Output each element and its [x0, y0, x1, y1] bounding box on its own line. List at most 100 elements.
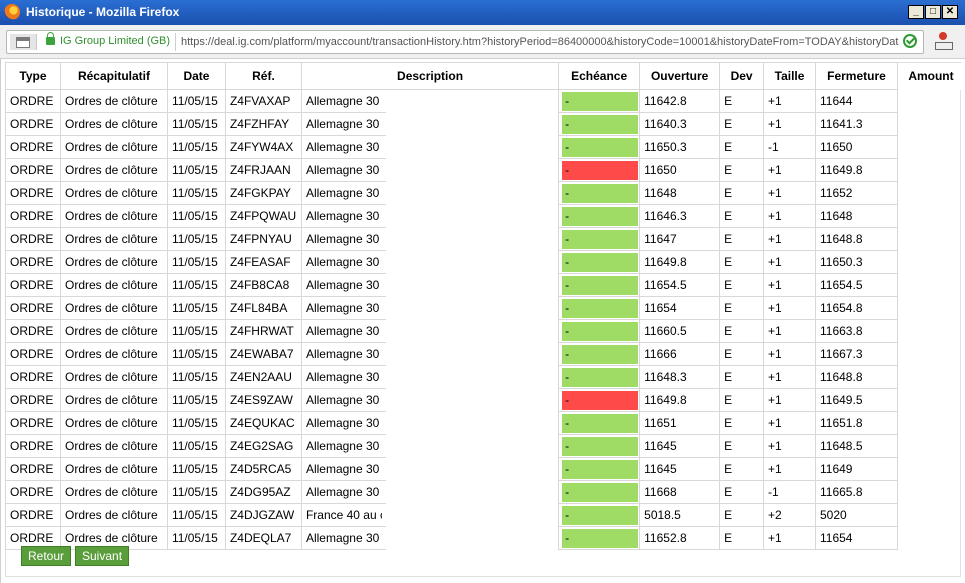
site-identity[interactable]: IG Group Limited (GB) [60, 35, 170, 47]
transaction-table: Type Récapitulatif Date Réf. Description… [5, 62, 965, 550]
cell-type: ORDRE [5, 503, 61, 527]
cell-fermeture: 11648.8 [815, 365, 898, 389]
cell-description: Allemagne 30 [300, 319, 386, 343]
col-fermeture[interactable]: Fermeture [815, 62, 898, 90]
cell-ouverture: 11645 [639, 457, 721, 481]
cell-ref: Z4DG95AZ [224, 480, 302, 504]
table-row[interactable]: ORDRE Ordres de clôture 11/05/15 Z4EG2SAG Al… [5, 434, 965, 458]
cell-dev: E [719, 411, 765, 435]
cell-amount [897, 343, 964, 366]
cell-dev: E [719, 158, 765, 182]
table-row[interactable]: ORDRE Ordres de clôture 11/05/15 Z4FRJAAN Al… [5, 158, 965, 182]
col-description[interactable]: Description [300, 62, 560, 90]
addon-icon[interactable] [934, 31, 953, 51]
maximize-button[interactable]: □ [925, 5, 941, 19]
table-row[interactable]: ORDRE Ordres de clôture 11/05/15 Z4EWABA7 Al… [5, 342, 965, 366]
cell-taille: +1 [763, 158, 816, 182]
description-spacer [386, 527, 559, 550]
page-icon[interactable] [10, 34, 37, 50]
cell-echeance: - [558, 158, 641, 182]
cell-echeance: - [558, 319, 641, 343]
cell-date: 11/05/15 [166, 480, 226, 504]
description-text: Allemagne 30 [305, 301, 380, 315]
cell-ouverture: 11652.8 [639, 526, 721, 550]
description-text: Allemagne 30 [305, 255, 380, 269]
col-date[interactable]: Date [166, 62, 226, 90]
table-row[interactable]: ORDRE Ordres de clôture 11/05/15 Z4FHRWAT Al… [5, 319, 965, 343]
cell-amount [897, 205, 964, 228]
table-row[interactable]: ORDRE Ordres de clôture 11/05/15 Z4FB8CA8 Al… [5, 273, 965, 297]
cell-taille: +1 [763, 273, 816, 297]
cell-description: Allemagne 30 [300, 112, 386, 136]
echeance-status: - [562, 482, 639, 502]
description-text: Allemagne 30 [305, 393, 380, 407]
retour-button[interactable]: Retour [21, 546, 72, 566]
table-row[interactable]: ORDRE Ordres de clôture 11/05/15 Z4FGKPAY Al… [5, 181, 965, 205]
table-row[interactable]: ORDRE Ordres de clôture 11/05/15 Z4EQUKAC Al… [5, 411, 965, 435]
col-dev[interactable]: Dev [719, 62, 765, 90]
cell-type: ORDRE [5, 135, 61, 159]
cell-amount [897, 90, 964, 113]
table-row[interactable]: ORDRE Ordres de clôture 11/05/15 Z4EN2AAU Al… [5, 365, 965, 389]
cell-ref: Z4FZHFAY [224, 112, 302, 136]
cell-recap: Ordres de clôture [59, 411, 168, 435]
echeance-status: - [562, 390, 639, 410]
col-echeance[interactable]: Echéance [558, 62, 641, 90]
table-row[interactable]: ORDRE Ordres de clôture 11/05/15 Z4FPNYAU Al… [5, 227, 965, 251]
cell-fermeture: 11649.8 [815, 158, 898, 182]
minimize-button[interactable]: _ [908, 5, 924, 19]
cell-description: Allemagne 30 [300, 388, 386, 412]
cell-recap: Ordres de clôture [59, 457, 168, 481]
cell-date: 11/05/15 [166, 365, 226, 389]
cell-dev: E [719, 365, 765, 389]
echeance-status: - [562, 344, 639, 364]
check-icon[interactable] [903, 34, 917, 48]
cell-echeance: - [558, 227, 641, 251]
cell-ouverture: 11642.8 [639, 89, 721, 113]
cell-dev: E [719, 388, 765, 412]
cell-recap: Ordres de clôture [59, 388, 168, 412]
cell-type: ORDRE [5, 457, 61, 481]
col-recap[interactable]: Récapitulatif [59, 62, 168, 90]
description-text: Allemagne 30 [305, 94, 380, 108]
url-text[interactable]: https://deal.ig.com/platform/myaccount/t… [181, 36, 899, 48]
table-row[interactable]: ORDRE Ordres de clôture 11/05/15 Z4FYW4AX Al… [5, 135, 965, 159]
cell-date: 11/05/15 [166, 503, 226, 527]
col-taille[interactable]: Taille [763, 62, 816, 90]
table-row[interactable]: ORDRE Ordres de clôture 11/05/15 Z4FZHFAY Al… [5, 112, 965, 136]
table-row[interactable]: ORDRE Ordres de clôture 11/05/15 Z4FPQWAU Al… [5, 204, 965, 228]
echeance-status: - [562, 413, 639, 433]
table-row[interactable]: ORDRE Ordres de clôture 11/05/15 Z4FEASAF Al… [5, 250, 965, 274]
description-spacer [386, 90, 559, 113]
cell-fermeture: 11654.5 [815, 273, 898, 297]
cell-date: 11/05/15 [166, 135, 226, 159]
table-row[interactable]: ORDRE Ordres de clôture 11/05/15 Z4DEQLA7 Al… [5, 526, 965, 550]
table-row[interactable]: ORDRE Ordres de clôture 11/05/15 Z4D5RCA5 Al… [5, 457, 965, 481]
col-ouverture[interactable]: Ouverture [639, 62, 721, 90]
echeance-status: - [562, 183, 639, 203]
cell-description: Allemagne 30 [300, 434, 386, 458]
table-row[interactable]: ORDRE Ordres de clôture 11/05/15 Z4FL84BA Al… [5, 296, 965, 320]
table-row[interactable]: ORDRE Ordres de clôture 11/05/15 Z4FVAXAP Al… [5, 89, 965, 113]
cell-taille: +1 [763, 319, 816, 343]
cell-amount [897, 113, 964, 136]
echeance-status: - [562, 321, 639, 341]
cell-type: ORDRE [5, 319, 61, 343]
col-type[interactable]: Type [5, 62, 61, 90]
suivant-button[interactable]: Suivant [75, 546, 130, 566]
cell-date: 11/05/15 [166, 181, 226, 205]
cell-echeance: - [558, 135, 641, 159]
table-row[interactable]: ORDRE Ordres de clôture 11/05/15 Z4DJGZAW Fr… [5, 503, 965, 527]
description-text: Allemagne 30 [305, 232, 380, 246]
col-ref[interactable]: Réf. [224, 62, 302, 90]
description-text: Allemagne 30 [305, 485, 380, 499]
table-row[interactable]: ORDRE Ordres de clôture 11/05/15 Z4DG95AZ Al… [5, 480, 965, 504]
cell-echeance: - [558, 503, 641, 527]
cell-date: 11/05/15 [166, 411, 226, 435]
table-row[interactable]: ORDRE Ordres de clôture 11/05/15 Z4ES9ZAW Al… [5, 388, 965, 412]
col-amount[interactable]: Amount [897, 62, 965, 90]
page-content: Type Récapitulatif Date Réf. Description… [0, 59, 965, 583]
address-bar[interactable]: IG Group Limited (GB) https://deal.ig.co… [6, 30, 924, 54]
close-button[interactable]: ✕ [942, 5, 958, 19]
description-spacer [386, 343, 559, 366]
